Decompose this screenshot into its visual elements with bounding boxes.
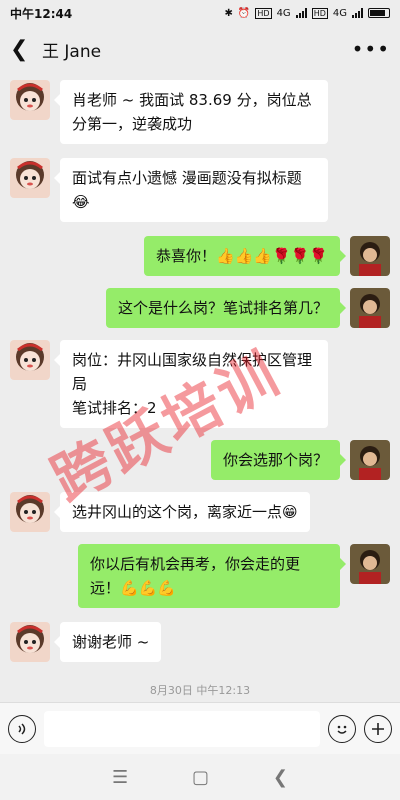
message-list: 肖老师 ~ 我面试 83.69 分，岗位总分第一，逆袭成功 面试有点小遗憾 漫画…: [0, 72, 400, 702]
menu-icon[interactable]: ☰: [112, 767, 128, 788]
back-icon[interactable]: ❮: [273, 767, 288, 788]
message-input[interactable]: [44, 710, 320, 747]
status-icons: ✱ ⏰ HD 4G HD 4G: [224, 7, 390, 19]
avatar[interactable]: [10, 622, 50, 662]
avatar[interactable]: [10, 492, 50, 532]
avatar[interactable]: [10, 340, 50, 380]
avatar[interactable]: [10, 80, 50, 120]
message-row: 岗位：井冈山国家级自然保护区管理局 笔试排名：2: [10, 340, 328, 428]
message-bubble[interactable]: 谢谢老师 ~: [53, 622, 162, 662]
more-dots-icon[interactable]: •••: [352, 37, 390, 61]
input-bar: [0, 702, 400, 754]
message-row: 恭喜你！👍👍👍🌹🌹🌹: [143, 236, 390, 276]
plus-icon[interactable]: [364, 714, 392, 743]
bluetooth-icon: ✱: [224, 7, 233, 19]
voice-icon[interactable]: [8, 714, 36, 743]
status-time: 中午12:44: [10, 6, 73, 21]
status-bar: 中午12:44 ✱ ⏰ HD 4G HD 4G: [0, 0, 400, 26]
battery-icon: [368, 8, 390, 18]
avatar[interactable]: [350, 544, 390, 584]
chat-header: ❮ 王 Jane •••: [0, 26, 400, 72]
alarm-icon: ⏰: [237, 7, 251, 19]
hd-badge-2: HD: [311, 7, 328, 19]
message-bubble[interactable]: 你会选那个岗？: [210, 440, 347, 480]
avatar[interactable]: [350, 236, 390, 276]
message-row: 面试有点小遗憾 漫画题没有拟标题😂: [10, 158, 328, 222]
message-bubble[interactable]: 岗位：井冈山国家级自然保护区管理局 笔试排名：2: [54, 340, 328, 428]
signal-icon-2: [352, 8, 363, 18]
network-label-2: 4G: [332, 7, 347, 19]
message-row: 选井冈山的这个岗，离家近一点😁: [10, 492, 310, 532]
message-bubble[interactable]: 选井冈山的这个岗，离家近一点😁: [54, 492, 310, 532]
avatar[interactable]: [350, 288, 390, 328]
system-nav-bar: ☰ ▢ ❮: [0, 754, 400, 800]
message-bubble[interactable]: 这个是什么岗？笔试排名第几？: [105, 288, 347, 328]
message-row: 谢谢老师 ~: [10, 622, 162, 662]
avatar[interactable]: [10, 158, 50, 198]
message-row: 肖老师 ~ 我面试 83.69 分，岗位总分第一，逆袭成功: [10, 80, 328, 144]
back-chevron-icon[interactable]: ❮: [10, 37, 38, 62]
message-row: 这个是什么岗？笔试排名第几？: [105, 288, 390, 328]
avatar[interactable]: [350, 440, 390, 480]
hd-badge: HD: [255, 7, 272, 19]
message-bubble[interactable]: 恭喜你！👍👍👍🌹🌹🌹: [143, 236, 347, 276]
message-bubble[interactable]: 面试有点小遗憾 漫画题没有拟标题😂: [54, 158, 328, 222]
signal-icon: [295, 8, 307, 18]
message-row: 你以后有机会再考，你会走的更远！💪💪💪: [78, 544, 390, 608]
network-label: 4G: [276, 7, 291, 19]
message-bubble[interactable]: 你以后有机会再考，你会走的更远！💪💪💪: [78, 544, 346, 608]
message-timestamp: 8月30日 中午12:13: [149, 684, 251, 697]
message-row: 你会选那个岗？: [210, 440, 390, 480]
message-bubble[interactable]: 肖老师 ~ 我面试 83.69 分，岗位总分第一，逆袭成功: [54, 80, 328, 144]
home-icon[interactable]: ▢: [192, 767, 209, 788]
chat-title: 王 Jane: [42, 41, 102, 62]
emoji-icon[interactable]: [328, 714, 356, 743]
